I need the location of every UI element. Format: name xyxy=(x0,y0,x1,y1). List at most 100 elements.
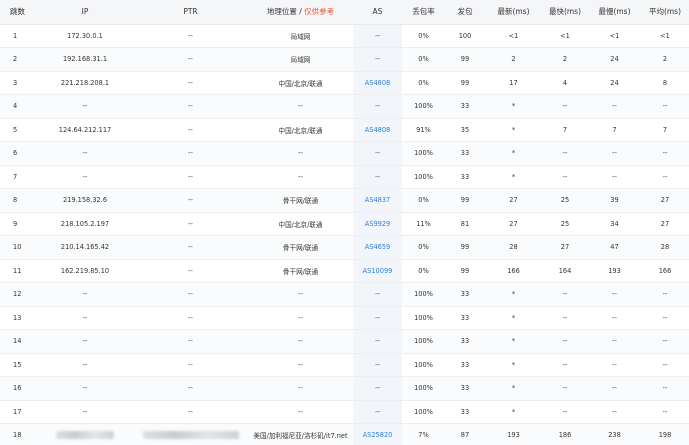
cell-last: <1 xyxy=(485,24,542,48)
cell-loss: 0% xyxy=(402,259,445,283)
traceroute-panel: 跳数 IP PTR 地理位置 / 仅供参考 AS 丢包率 发包 最新(ms) 最… xyxy=(0,0,689,445)
cell-hop: 18 xyxy=(0,423,37,445)
cell-ptr: -- xyxy=(133,94,248,119)
as-link[interactable]: AS10099 xyxy=(363,267,393,275)
cell-as[interactable]: AS4808 xyxy=(353,71,402,95)
cell-worst: 238 xyxy=(588,423,641,445)
cell-hop: 7 xyxy=(0,165,37,189)
cell-last: * xyxy=(485,118,542,142)
cell-last: * xyxy=(485,141,542,166)
cell-ptr-value: -- xyxy=(188,243,193,252)
cell-as: -- xyxy=(353,329,402,354)
as-link[interactable]: AS4808 xyxy=(365,126,390,134)
cell-as: -- xyxy=(353,165,402,189)
cell-sent: 33 xyxy=(445,400,485,424)
cell-last: 17 xyxy=(485,71,542,95)
cell-ip-value: 219.158.32.6 xyxy=(62,196,108,205)
cell-sent: 99 xyxy=(445,259,485,283)
cell-geo: -- xyxy=(248,400,353,424)
cell-ip-value: 221.218.208.1 xyxy=(60,78,110,87)
cell-avg-value: 2 xyxy=(662,55,668,64)
cell-avg-value: 27 xyxy=(660,219,670,228)
cell-geo-value: 中国/北京/联通 xyxy=(278,79,323,88)
cell-ip-value: -- xyxy=(82,360,88,369)
as-link[interactable]: AS9929 xyxy=(365,220,390,228)
cell-avg: 2 xyxy=(641,47,689,72)
cell-geo: 中国/北京/联通 xyxy=(248,71,353,95)
cell-sent: 33 xyxy=(445,329,485,354)
cell-as-value: -- xyxy=(375,313,380,322)
cell-last: * xyxy=(485,282,542,307)
cell-loss-value: 0% xyxy=(418,196,429,205)
table-row: 1 172.30.0.1 -- 局域网 -- 0% 100 <1 <1 <1 <1 xyxy=(0,24,689,48)
cell-last-value: <1 xyxy=(508,31,519,40)
cell-as-value: -- xyxy=(375,31,380,40)
as-link[interactable]: AS4808 xyxy=(365,79,390,87)
cell-geo: -- xyxy=(248,376,353,401)
as-link[interactable]: AS4659 xyxy=(365,243,390,251)
cell-worst: 7 xyxy=(588,118,641,142)
table-row: 8 219.158.32.6 -- 骨干网/联通 AS4837 0% 99 27 25 39 27 xyxy=(0,188,689,213)
cell-avg: -- xyxy=(641,282,689,307)
cell-best-value: -- xyxy=(562,360,568,369)
cell-hop-value: 10 xyxy=(13,243,22,252)
cell-worst: -- xyxy=(588,376,641,401)
cell-hop: 12 xyxy=(0,282,37,307)
cell-ip: -- xyxy=(37,353,133,377)
cell-loss: 11% xyxy=(402,212,445,236)
as-link[interactable]: AS25820 xyxy=(363,431,393,439)
cell-as[interactable]: AS25820 xyxy=(353,423,402,445)
cell-sent-value: 33 xyxy=(460,290,470,299)
cell-as-value: -- xyxy=(375,55,380,64)
cell-ip: 221.218.208.1 xyxy=(37,71,133,95)
cell-last-value: * xyxy=(511,360,516,369)
cell-last: * xyxy=(485,353,542,377)
cell-sent-value: 33 xyxy=(460,337,470,346)
cell-last: 28 xyxy=(485,235,542,260)
as-link[interactable]: AS4837 xyxy=(365,196,390,204)
cell-geo: -- xyxy=(248,165,353,189)
cell-sent-value: 33 xyxy=(460,384,470,393)
cell-avg: 28 xyxy=(641,235,689,260)
cell-ptr: -- xyxy=(133,306,248,330)
cell-avg: <1 xyxy=(641,24,689,48)
cell-as[interactable]: AS10099 xyxy=(353,259,402,283)
cell-best: 25 xyxy=(542,212,588,236)
cell-ptr xyxy=(133,423,248,445)
cell-avg-value: 166 xyxy=(658,266,672,275)
cell-avg-value: 198 xyxy=(658,431,672,440)
cell-hop: 5 xyxy=(0,118,37,142)
cell-loss: 0% xyxy=(402,24,445,48)
cell-as[interactable]: AS4808 xyxy=(353,118,402,142)
cell-avg: 8 xyxy=(641,71,689,95)
cell-best-value: -- xyxy=(562,384,568,393)
header-as: AS xyxy=(353,0,402,25)
cell-worst-value: -- xyxy=(612,407,617,416)
cell-worst-value: 7 xyxy=(612,125,617,134)
cell-as[interactable]: AS9929 xyxy=(353,212,402,236)
traceroute-table: 跳数 IP PTR 地理位置 / 仅供参考 AS 丢包率 发包 最新(ms) 最… xyxy=(0,0,689,445)
cell-geo-value: 骨干网/联通 xyxy=(282,244,319,253)
cell-loss-value: 100% xyxy=(414,313,433,322)
cell-loss: 100% xyxy=(402,282,445,307)
cell-worst-value: -- xyxy=(612,290,617,299)
cell-geo-value: 局域网 xyxy=(290,32,311,41)
cell-worst-value: -- xyxy=(612,172,617,181)
header-geo: 地理位置 / 仅供参考 xyxy=(248,0,353,25)
cell-sent: 100 xyxy=(445,24,485,48)
cell-ptr: -- xyxy=(133,71,248,95)
cell-best-value: 2 xyxy=(562,55,568,64)
cell-avg-value: -- xyxy=(662,102,668,111)
cell-geo-value: -- xyxy=(298,102,303,111)
cell-ptr-value: -- xyxy=(188,219,193,228)
cell-as[interactable]: AS4837 xyxy=(353,188,402,213)
cell-loss-value: 0% xyxy=(418,266,429,275)
cell-geo-value: -- xyxy=(298,337,303,346)
cell-ip: -- xyxy=(37,329,133,354)
header-hop: 跳数 xyxy=(0,0,37,25)
cell-as: -- xyxy=(353,94,402,119)
cell-hop: 10 xyxy=(0,235,37,260)
cell-ip: 219.158.32.6 xyxy=(37,188,133,213)
cell-ip: -- xyxy=(37,376,133,401)
cell-as[interactable]: AS4659 xyxy=(353,235,402,260)
